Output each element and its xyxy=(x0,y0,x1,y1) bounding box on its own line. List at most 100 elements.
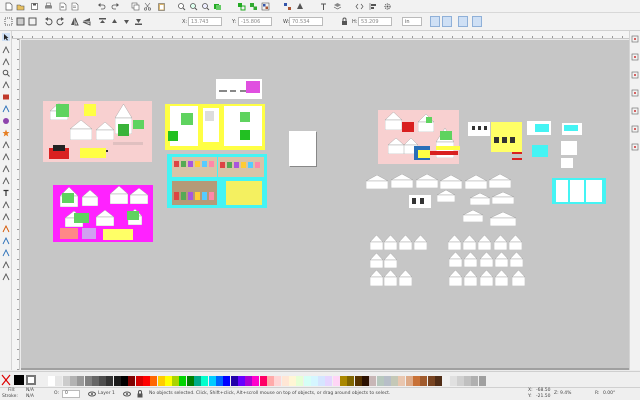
layer-lock-icon[interactable] xyxy=(136,390,144,398)
house-drawing[interactable] xyxy=(369,234,384,251)
tweak-icon[interactable] xyxy=(2,58,10,66)
icon[interactable] xyxy=(420,198,424,204)
palette-swatch[interactable] xyxy=(471,376,479,386)
mesh-icon[interactable] xyxy=(2,249,10,257)
snap-page-icon[interactable] xyxy=(631,107,639,115)
cyan-tile[interactable] xyxy=(535,124,549,132)
green-window[interactable] xyxy=(133,120,144,129)
snap-toggle-icon[interactable] xyxy=(631,35,639,43)
house-drawing[interactable] xyxy=(390,173,414,189)
green-window[interactable] xyxy=(181,113,193,125)
palette-swatch[interactable] xyxy=(281,376,289,386)
palette-swatch[interactable] xyxy=(383,376,391,386)
flip-horizontal-icon[interactable] xyxy=(70,17,79,26)
text-line[interactable] xyxy=(230,90,236,92)
palette-swatch[interactable] xyxy=(310,376,318,386)
ellipse-icon[interactable] xyxy=(2,117,10,125)
paste-icon[interactable] xyxy=(157,2,166,11)
clone-icon[interactable] xyxy=(237,2,246,11)
house-drawing[interactable] xyxy=(436,189,456,203)
green-window[interactable] xyxy=(240,112,250,122)
small-page[interactable] xyxy=(561,158,573,168)
house-drawing[interactable] xyxy=(448,251,463,268)
undo-icon[interactable] xyxy=(97,2,106,11)
colored-house[interactable] xyxy=(209,161,214,167)
house-drawing[interactable] xyxy=(462,234,477,251)
unit-select[interactable]: in xyxy=(402,17,422,26)
red-strip[interactable] xyxy=(430,151,458,155)
palette-swatch[interactable] xyxy=(245,376,253,386)
align-icon[interactable] xyxy=(369,2,378,11)
colored-house[interactable] xyxy=(227,162,232,168)
blank-page[interactable] xyxy=(289,131,316,166)
palette-swatch[interactable] xyxy=(376,376,384,386)
palette-swatch[interactable] xyxy=(230,376,238,386)
unlink-clone-icon[interactable] xyxy=(249,2,258,11)
palette-swatch[interactable] xyxy=(215,376,223,386)
red-panel[interactable] xyxy=(402,122,414,132)
star-icon[interactable] xyxy=(2,129,10,137)
palette-swatch[interactable] xyxy=(288,376,296,386)
green-window[interactable] xyxy=(426,117,432,123)
xml-editor-icon[interactable] xyxy=(355,2,364,11)
palette-swatch[interactable] xyxy=(237,376,245,386)
ungroup-icon[interactable] xyxy=(283,2,292,11)
text-line[interactable] xyxy=(240,90,246,92)
house-drawing[interactable] xyxy=(383,252,398,269)
x-field[interactable]: 13.743 xyxy=(188,17,222,26)
palette-swatch[interactable] xyxy=(157,376,165,386)
icon[interactable] xyxy=(484,126,487,130)
yellow-street[interactable] xyxy=(226,181,262,205)
preferences-icon[interactable] xyxy=(383,2,392,11)
palette-swatch[interactable] xyxy=(201,376,209,386)
snap-guide-icon[interactable] xyxy=(631,89,639,97)
yellow-strip[interactable] xyxy=(436,146,460,150)
palette-swatch[interactable] xyxy=(84,376,92,386)
house-drawing[interactable] xyxy=(489,211,517,227)
white-panel[interactable] xyxy=(586,180,602,202)
palette-swatch[interactable] xyxy=(106,376,114,386)
snap-grid-icon[interactable] xyxy=(631,125,639,133)
cyan-tile[interactable] xyxy=(564,125,578,131)
colored-house[interactable] xyxy=(181,161,186,167)
yellow-window[interactable] xyxy=(84,104,96,116)
cut-icon[interactable] xyxy=(143,2,152,11)
green-window[interactable] xyxy=(240,130,250,140)
green-window[interactable] xyxy=(56,104,69,117)
palette-swatch[interactable] xyxy=(361,376,369,386)
palette-swatch[interactable] xyxy=(142,376,150,386)
house-drawing[interactable] xyxy=(398,269,413,287)
redo-icon[interactable] xyxy=(111,2,120,11)
save-icon[interactable] xyxy=(30,2,39,11)
colored-house[interactable] xyxy=(202,192,207,200)
palette-swatch[interactable] xyxy=(347,376,355,386)
fill-indicator[interactable] xyxy=(14,375,24,385)
palette-swatch[interactable] xyxy=(121,376,128,386)
palette-swatch[interactable] xyxy=(449,376,457,386)
house-drawing[interactable] xyxy=(81,189,99,207)
house-drawing[interactable] xyxy=(413,234,428,251)
eye-icon[interactable] xyxy=(88,390,96,398)
house-drawing[interactable] xyxy=(463,251,478,268)
colored-house[interactable] xyxy=(195,161,200,167)
palette-swatch[interactable] xyxy=(464,376,472,386)
small-page[interactable] xyxy=(561,141,577,155)
layer-visibility-icon[interactable] xyxy=(123,390,131,398)
house-drawing[interactable] xyxy=(509,251,524,268)
palette-swatch[interactable] xyxy=(62,376,70,386)
palette-swatch[interactable] xyxy=(77,376,85,386)
house-drawing[interactable] xyxy=(383,234,398,251)
vertical-ruler[interactable] xyxy=(12,39,20,370)
rotation-value[interactable]: 0.00° xyxy=(603,391,615,396)
palette-swatch[interactable] xyxy=(354,376,362,386)
h-field[interactable]: 53.209 xyxy=(358,17,392,26)
house-drawing[interactable] xyxy=(109,185,129,205)
w-field[interactable]: 70.534 xyxy=(289,17,323,26)
palette-swatch[interactable] xyxy=(48,376,55,386)
dot[interactable] xyxy=(106,150,108,152)
zoom-page-icon[interactable] xyxy=(201,2,210,11)
white-panel[interactable] xyxy=(570,180,584,202)
pen-icon[interactable] xyxy=(2,165,10,173)
palette-swatch[interactable] xyxy=(332,376,340,386)
print-icon[interactable] xyxy=(44,2,53,11)
